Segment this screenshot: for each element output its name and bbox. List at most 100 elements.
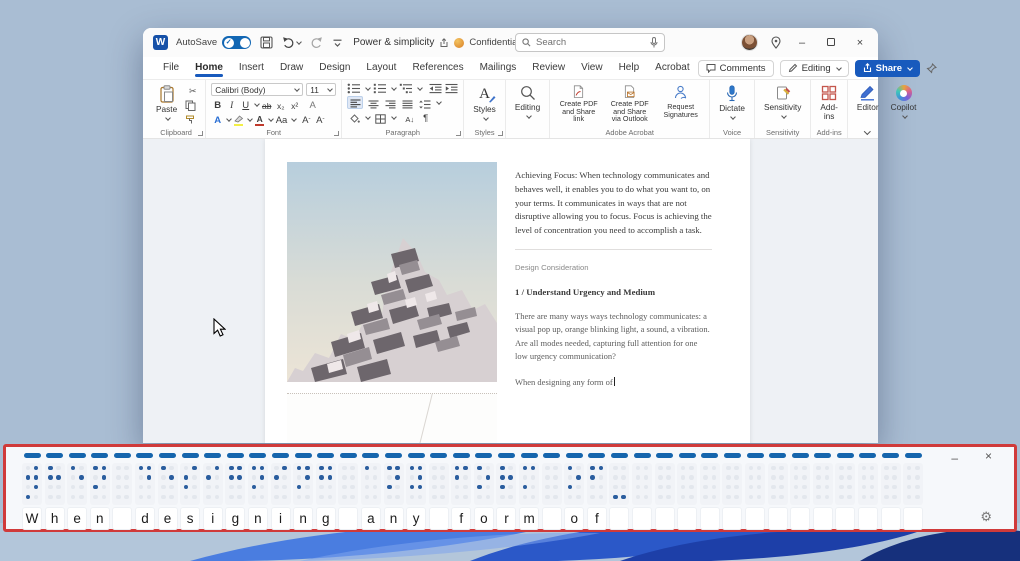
strikethrough-button[interactable]: ab — [260, 98, 273, 111]
show-hide-marks-button[interactable]: ¶ — [419, 111, 432, 124]
request-signatures-button[interactable]: Request Signatures — [657, 83, 704, 125]
cursor-routing-button[interactable] — [340, 453, 357, 458]
cut-button[interactable]: ✂ — [185, 85, 200, 97]
align-left-button[interactable] — [347, 96, 363, 109]
cursor-routing-button[interactable] — [656, 453, 673, 458]
cursor-routing-button[interactable] — [859, 453, 876, 458]
cursor-routing-button[interactable] — [249, 453, 266, 458]
chevron-down-icon[interactable] — [391, 85, 397, 91]
cursor-routing-button[interactable] — [475, 453, 492, 458]
cursor-routing-button[interactable] — [701, 453, 718, 458]
copilot-button[interactable]: Copilot — [887, 83, 921, 125]
cursor-routing-button[interactable] — [747, 453, 764, 458]
search-input[interactable]: Search — [515, 33, 665, 52]
braille-minimize-button[interactable]: – — [951, 451, 958, 465]
subscript-button[interactable]: x₂ — [274, 98, 287, 111]
cursor-routing-button[interactable] — [159, 453, 176, 458]
cursor-routing-button[interactable] — [272, 453, 289, 458]
tab-home[interactable]: Home — [187, 59, 231, 78]
cursor-routing-button[interactable] — [227, 453, 244, 458]
editing-mode-button[interactable]: Editing — [780, 60, 849, 77]
bold-button[interactable]: B — [211, 98, 224, 111]
tab-draw[interactable]: Draw — [272, 59, 311, 78]
create-pdf-share-link-button[interactable]: Create PDF and Share link — [555, 83, 602, 125]
dialog-launcher-icon[interactable] — [334, 131, 339, 136]
ribbon-pin-icon[interactable] — [926, 63, 937, 74]
cursor-routing-button[interactable] — [317, 453, 334, 458]
cursor-routing-button[interactable] — [204, 453, 221, 458]
location-pin-icon[interactable] — [771, 36, 781, 49]
tab-view[interactable]: View — [573, 59, 611, 78]
undo-button[interactable] — [282, 36, 301, 49]
tab-acrobat[interactable]: Acrobat — [647, 59, 697, 78]
dialog-launcher-icon[interactable] — [198, 131, 203, 136]
format-painter-button[interactable] — [185, 114, 196, 125]
dialog-launcher-icon[interactable] — [498, 131, 503, 136]
cursor-routing-button[interactable] — [69, 453, 86, 458]
italic-button[interactable]: I — [225, 98, 238, 111]
chevron-down-icon[interactable] — [254, 101, 260, 107]
styles-button[interactable]: A Styles — [469, 83, 500, 125]
sensitivity-button[interactable]: Sensitivity — [760, 83, 805, 125]
tab-review[interactable]: Review — [524, 59, 573, 78]
decrease-indent-button[interactable] — [429, 83, 442, 94]
increase-indent-button[interactable] — [445, 83, 458, 94]
copy-button[interactable] — [185, 100, 196, 111]
cursor-routing-button[interactable] — [769, 453, 786, 458]
autosave-toggle[interactable]: ✓ — [222, 36, 251, 49]
cursor-routing-button[interactable] — [905, 453, 922, 458]
tab-insert[interactable]: Insert — [231, 59, 272, 78]
save-icon[interactable] — [260, 36, 273, 49]
tab-references[interactable]: References — [404, 59, 471, 78]
superscript-button[interactable]: x² — [288, 98, 301, 111]
cursor-routing-button[interactable] — [566, 453, 583, 458]
chevron-down-icon[interactable] — [247, 116, 253, 122]
addins-button[interactable]: Add-ins — [816, 83, 842, 125]
close-button[interactable]: × — [852, 37, 868, 49]
cursor-routing-button[interactable] — [362, 453, 379, 458]
cursor-routing-button[interactable] — [724, 453, 741, 458]
mic-icon[interactable] — [650, 37, 658, 48]
shading-button[interactable] — [347, 111, 361, 124]
tab-help[interactable]: Help — [611, 59, 648, 78]
tab-design[interactable]: Design — [311, 59, 358, 78]
page[interactable]: Achieving Focus: When technology communi… — [265, 139, 750, 443]
document-text-column[interactable]: Achieving Focus: When technology communi… — [515, 169, 712, 387]
photo-placeholder[interactable] — [287, 393, 497, 443]
font-color-button[interactable]: A — [253, 113, 266, 126]
cursor-routing-button[interactable] — [521, 453, 538, 458]
create-pdf-outlook-button[interactable]: Create PDF and Share via Outlook — [606, 83, 653, 125]
cursor-routing-button[interactable] — [182, 453, 199, 458]
sensitivity-label[interactable]: Confidential — [469, 37, 519, 48]
sort-button[interactable]: A↓ — [403, 111, 416, 124]
qat-more-icon[interactable] — [332, 37, 343, 48]
braille-settings-icon[interactable]: ⚙ — [980, 509, 992, 525]
redo-icon[interactable] — [310, 36, 323, 49]
tab-mailings[interactable]: Mailings — [472, 59, 525, 78]
numbering-button[interactable] — [373, 83, 387, 94]
grow-font-button[interactable]: Aˆ — [300, 113, 313, 126]
align-center-button[interactable] — [366, 96, 380, 109]
cursor-routing-button[interactable] — [588, 453, 605, 458]
justify-button[interactable] — [400, 96, 414, 109]
cursor-routing-button[interactable] — [24, 453, 41, 458]
chevron-down-icon[interactable] — [268, 116, 274, 122]
clear-formatting-button[interactable]: A — [306, 98, 319, 111]
tab-file[interactable]: File — [155, 59, 187, 78]
tab-layout[interactable]: Layout — [358, 59, 404, 78]
chevron-down-icon[interactable] — [365, 85, 371, 91]
chevron-down-icon[interactable] — [391, 114, 397, 120]
dictate-button[interactable]: Dictate — [715, 83, 749, 125]
text-effects-button[interactable]: A — [211, 113, 224, 126]
building-photo[interactable] — [287, 162, 497, 382]
cursor-routing-button[interactable] — [453, 453, 470, 458]
editor-button[interactable]: Editor — [853, 83, 883, 125]
minimize-button[interactable]: – — [794, 37, 810, 49]
chevron-down-icon[interactable] — [417, 85, 423, 91]
line-spacing-button[interactable] — [417, 96, 432, 109]
underline-button[interactable]: U — [239, 98, 252, 111]
bullets-button[interactable] — [347, 83, 361, 94]
paste-button[interactable]: Paste — [152, 83, 181, 125]
highlight-button[interactable] — [232, 113, 245, 126]
cursor-routing-button[interactable] — [814, 453, 831, 458]
